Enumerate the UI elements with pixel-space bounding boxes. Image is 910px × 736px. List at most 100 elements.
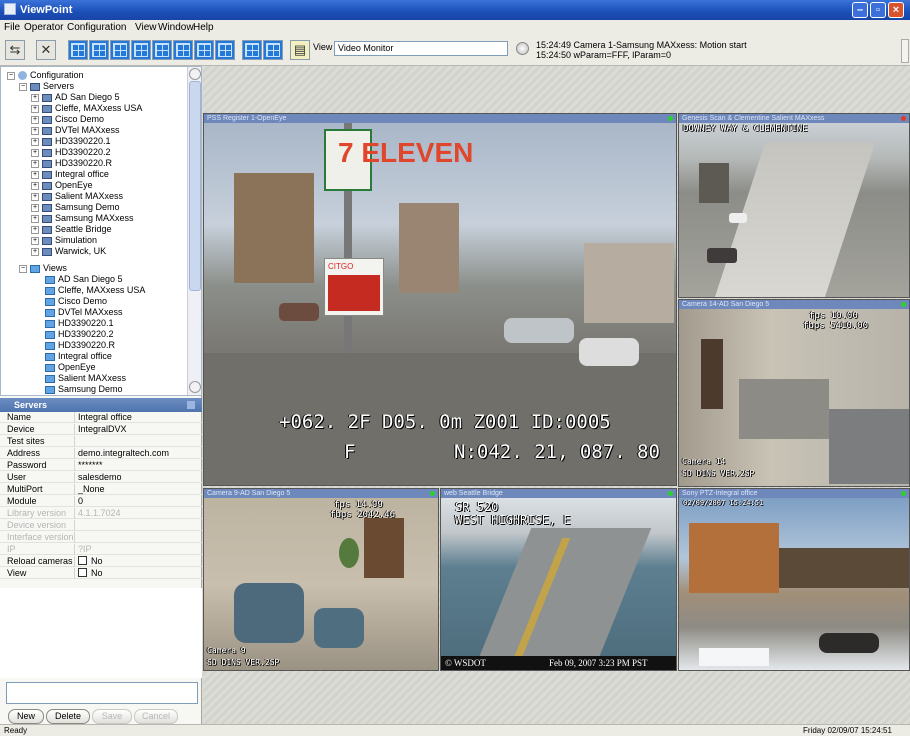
expand-icon[interactable]: + <box>31 148 39 157</box>
tree-configuration[interactable]: − Configuration <box>7 70 84 81</box>
menu-view[interactable]: View <box>135 22 157 33</box>
view-select[interactable]: Video Monitor <box>334 41 508 56</box>
tree-view-item[interactable]: Cisco Demo <box>45 296 107 307</box>
minimize-button[interactable]: – <box>852 2 868 18</box>
tree-view-item[interactable]: HD3390220.2 <box>45 329 114 340</box>
expand-icon[interactable]: + <box>31 225 39 234</box>
property-row[interactable]: MultiPort _None <box>0 484 202 495</box>
tree-server-item[interactable]: + HD3390220.2 <box>31 147 111 158</box>
collapse-icon[interactable]: − <box>7 71 15 80</box>
property-value[interactable]: ******* <box>78 460 103 471</box>
layout-6-icon[interactable] <box>110 40 130 60</box>
connect-icon[interactable]: ⇆ <box>5 40 25 60</box>
tree-view-item[interactable]: Integral office <box>45 351 112 362</box>
property-value[interactable]: demo.integraltech.com <box>78 448 169 459</box>
layout-4-icon[interactable] <box>89 40 109 60</box>
expand-icon[interactable]: + <box>31 192 39 201</box>
expand-icon[interactable]: + <box>31 115 39 124</box>
property-value[interactable]: 0 <box>78 496 83 507</box>
expand-icon[interactable]: + <box>31 93 39 102</box>
scroll-up-icon[interactable] <box>189 68 201 80</box>
menu-help[interactable]: Help <box>193 22 214 33</box>
tree-server-item[interactable]: + OpenEye <box>31 180 93 191</box>
maximize-button[interactable]: ▫ <box>870 2 886 18</box>
expand-icon[interactable]: + <box>31 214 39 223</box>
menu-window[interactable]: Window <box>158 22 194 33</box>
tree-server-item[interactable]: + AD San Diego 5 <box>31 92 120 103</box>
tree-view-item[interactable]: HD3390220.R <box>45 340 115 351</box>
new-button[interactable]: New <box>8 709 44 724</box>
layout-10-icon[interactable] <box>173 40 193 60</box>
camera-tile-top-right[interactable]: Genesis Scan & Clementine Salient MAXxes… <box>678 113 910 298</box>
property-row[interactable]: Name Integral office <box>0 412 202 423</box>
property-row[interactable]: Interface version <box>0 532 202 543</box>
property-value[interactable]: _None <box>78 484 105 495</box>
menu-configuration[interactable]: Configuration <box>67 22 126 33</box>
tree-views[interactable]: − Views <box>19 263 67 274</box>
collapse-icon[interactable]: − <box>19 264 27 273</box>
camera-tile-main[interactable]: PSS Register 1-OpenEye 7 ELEVEN CITGO +0… <box>203 113 677 486</box>
expand-icon[interactable]: + <box>31 247 39 256</box>
tree-server-item[interactable]: + DVTel MAXxess <box>31 125 120 136</box>
layout-16-icon[interactable] <box>215 40 235 60</box>
property-value[interactable]: No <box>78 556 103 567</box>
close-button[interactable]: × <box>888 2 904 18</box>
expand-icon[interactable]: + <box>31 126 39 135</box>
checkbox-icon[interactable] <box>78 568 87 577</box>
property-row[interactable]: User salesdemo <box>0 472 202 483</box>
expand-icon[interactable]: + <box>31 181 39 190</box>
tree-server-item[interactable]: + Samsung Demo <box>31 202 120 213</box>
tree-view-item[interactable]: AD San Diego 5 <box>45 274 123 285</box>
scroll-down-icon[interactable] <box>189 381 201 393</box>
property-value[interactable]: No <box>78 568 103 579</box>
expand-icon[interactable]: + <box>31 236 39 245</box>
tree-servers[interactable]: − Servers <box>19 81 74 92</box>
expand-icon[interactable]: + <box>31 137 39 146</box>
cancel-button[interactable]: Cancel <box>134 709 178 724</box>
pin-icon[interactable] <box>187 401 195 409</box>
scroll-thumb[interactable] <box>189 81 201 291</box>
property-value[interactable]: 4.1.1.7024 <box>78 508 121 519</box>
layout-13-icon[interactable] <box>194 40 214 60</box>
property-row[interactable]: Device IntegralDVX <box>0 424 202 435</box>
tree-server-item[interactable]: + Cisco Demo <box>31 114 104 125</box>
layout-custom-icon[interactable] <box>242 40 262 60</box>
delete-button[interactable]: Delete <box>46 709 90 724</box>
property-row[interactable]: Library version 4.1.1.7024 <box>0 508 202 519</box>
property-value[interactable]: Integral office <box>78 412 132 423</box>
tree-server-item[interactable]: + Integral office <box>31 169 109 180</box>
folder-icon[interactable]: ▤ <box>290 40 310 60</box>
camera-tile-mid-right[interactable]: Camera 14-AD San Diego 5 fps 10.00 fbps … <box>678 299 910 487</box>
menu-operator[interactable]: Operator <box>24 22 63 33</box>
expand-icon[interactable]: + <box>31 104 39 113</box>
tree-server-item[interactable]: + HD3390220.1 <box>31 136 111 147</box>
property-row[interactable]: IP ?IP <box>0 544 202 555</box>
property-value[interactable]: ?IP <box>78 544 92 555</box>
property-row[interactable]: Address demo.integraltech.com <box>0 448 202 459</box>
event-scrollbar[interactable] <box>901 39 909 63</box>
tree-server-item[interactable]: + HD3390220.R <box>31 158 112 169</box>
expand-icon[interactable]: + <box>31 159 39 168</box>
tree-view-item[interactable]: Cleffe, MAXxess USA <box>45 285 145 296</box>
property-row[interactable]: Test sites <box>0 436 202 447</box>
expand-icon[interactable]: + <box>31 203 39 212</box>
layout-8-icon[interactable] <box>131 40 151 60</box>
property-value[interactable]: salesdemo <box>78 472 122 483</box>
tools-icon[interactable]: ✕ <box>36 40 56 60</box>
property-row[interactable]: Reload cameras No <box>0 556 202 567</box>
tree-view-item[interactable]: HD3390220.1 <box>45 318 114 329</box>
tree-scrollbar[interactable] <box>187 67 201 395</box>
tree-server-item[interactable]: + Warwick, UK <box>31 246 106 257</box>
layout-9-icon[interactable] <box>152 40 172 60</box>
property-row[interactable]: Password ******* <box>0 460 202 471</box>
property-row[interactable]: Module 0 <box>0 496 202 507</box>
property-row[interactable]: View No <box>0 568 202 579</box>
tree-view-item[interactable]: Samsung Demo <box>45 384 123 395</box>
layout-1-icon[interactable] <box>68 40 88 60</box>
tree-view-item[interactable]: DVTel MAXxess <box>45 307 123 318</box>
tree-view-item[interactable]: OpenEye <box>45 362 96 373</box>
save-button[interactable]: Save <box>92 709 132 724</box>
tree-server-item[interactable]: + Cleffe, MAXxess USA <box>31 103 142 114</box>
layout-fullscreen-icon[interactable] <box>263 40 283 60</box>
expand-icon[interactable]: + <box>31 170 39 179</box>
